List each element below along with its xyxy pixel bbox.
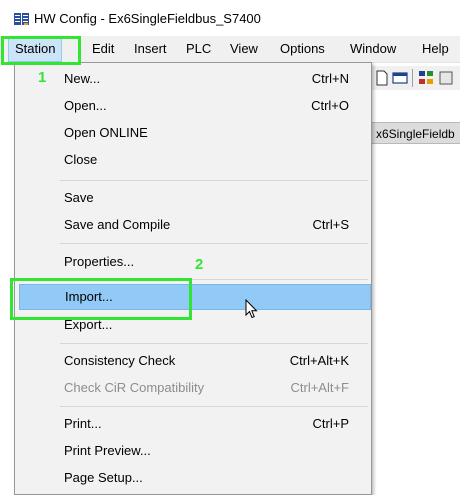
menu-item-page-setup[interactable]: Page Setup... — [17, 465, 369, 491]
menu-insert[interactable]: Insert — [128, 36, 173, 62]
menu-item-save-and-compile[interactable]: Save and Compile Ctrl+S — [17, 212, 369, 238]
menu-item-label: New... — [64, 71, 101, 86]
mouse-cursor-icon — [245, 299, 258, 319]
menu-help[interactable]: Help — [416, 36, 455, 62]
menu-separator — [60, 243, 368, 244]
menu-item-shortcut: Ctrl+P — [312, 416, 349, 431]
menu-item-label: Check CiR Compatibility — [64, 380, 205, 395]
menu-item-label: Consistency Check — [64, 353, 176, 368]
menu-item-label: Save — [64, 190, 94, 205]
menu-plc[interactable]: PLC — [180, 36, 217, 62]
menu-edit[interactable]: Edit — [86, 36, 120, 62]
window-title: HW Config - Ex6SingleFieldbus_S7400 — [34, 11, 261, 26]
menu-item-new[interactable]: New... Ctrl+N — [17, 66, 369, 92]
menu-item-open[interactable]: Open... Ctrl+O — [17, 93, 369, 119]
menu-item-shortcut: Ctrl+Alt+F — [290, 380, 349, 395]
menu-window[interactable]: Window — [344, 36, 402, 62]
menu-item-print-preview[interactable]: Print Preview... — [17, 438, 369, 464]
hw-config-app-icon — [14, 13, 29, 25]
highlight-import-item — [10, 278, 192, 320]
network-icon[interactable] — [418, 70, 434, 86]
menu-item-print[interactable]: Print... Ctrl+P — [17, 411, 369, 437]
step-2-label: 2 — [195, 256, 204, 273]
title-bar: HW Config - Ex6SingleFieldbus_S7400 — [0, 0, 460, 36]
menu-item-open-online[interactable]: Open ONLINE — [17, 120, 369, 146]
menu-item-label: Open ONLINE — [64, 125, 148, 140]
menu-item-consistency-check[interactable]: Consistency Check Ctrl+Alt+K — [17, 348, 369, 374]
toolbar-separator — [412, 69, 413, 87]
menu-item-properties[interactable]: Properties... — [17, 249, 369, 275]
menu-item-label: Page Setup... — [64, 470, 143, 485]
menu-options[interactable]: Options — [274, 36, 331, 62]
menu-item-save[interactable]: Save — [17, 185, 369, 211]
menu-item-label: Print... — [64, 416, 102, 431]
highlight-station-menu — [1, 36, 81, 65]
toolbar — [372, 66, 460, 90]
menu-item-shortcut: Ctrl+S — [312, 217, 349, 232]
workspace-panel — [372, 145, 460, 495]
window-icon[interactable] — [392, 70, 408, 86]
document-window-title[interactable]: x6SingleFieldb — [372, 122, 460, 144]
menu-separator — [60, 343, 368, 344]
menu-item-label: Open... — [64, 98, 107, 113]
menu-item-label: Properties... — [64, 254, 135, 269]
new-document-icon[interactable] — [374, 70, 390, 86]
toolbar-icon[interactable] — [438, 70, 454, 86]
menu-separator — [60, 180, 368, 181]
menu-item-check-cir-compatibility: Check CiR Compatibility Ctrl+Alt+F — [17, 375, 369, 401]
menu-item-label: Save and Compile — [64, 217, 171, 232]
menu-separator — [60, 406, 368, 407]
menu-view[interactable]: View — [224, 36, 264, 62]
step-1-label: 1 — [38, 69, 47, 86]
menu-item-label: Close — [64, 152, 98, 167]
menu-item-close[interactable]: Close — [17, 147, 369, 173]
menu-item-shortcut: Ctrl+N — [311, 71, 349, 86]
menu-item-label: Print Preview... — [64, 443, 151, 458]
menu-item-shortcut: Ctrl+Alt+K — [289, 353, 349, 368]
menu-item-shortcut: Ctrl+O — [311, 98, 349, 113]
